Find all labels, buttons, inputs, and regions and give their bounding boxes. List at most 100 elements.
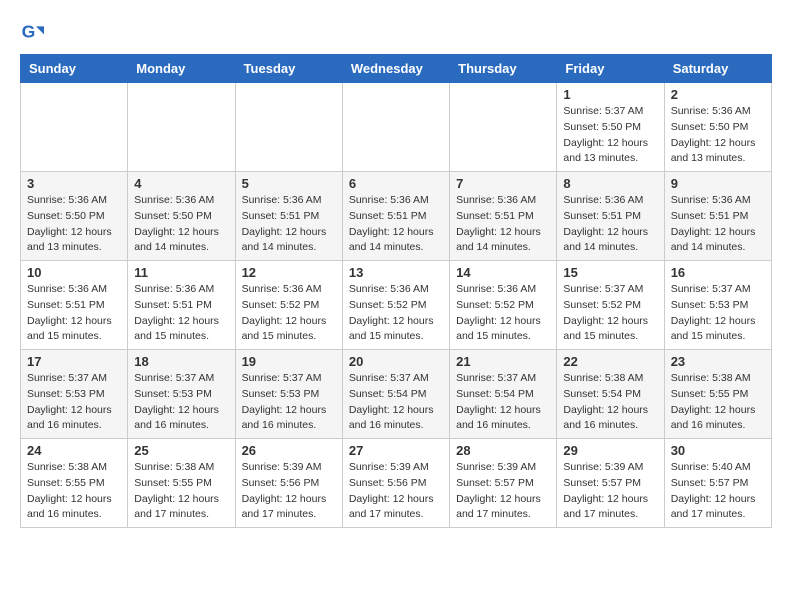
calendar-cell — [128, 83, 235, 172]
day-info: Sunrise: 5:37 AM Sunset: 5:52 PM Dayligh… — [563, 282, 657, 345]
day-info: Sunrise: 5:36 AM Sunset: 5:50 PM Dayligh… — [671, 104, 765, 167]
day-info: Sunrise: 5:36 AM Sunset: 5:51 PM Dayligh… — [456, 193, 550, 256]
calendar-cell: 3Sunrise: 5:36 AM Sunset: 5:50 PM Daylig… — [21, 172, 128, 261]
day-info: Sunrise: 5:38 AM Sunset: 5:55 PM Dayligh… — [671, 371, 765, 434]
calendar-week-row: 17 Sunrise: 5:37 AM Sunset: 5:53 PM Dayli… — [21, 350, 772, 439]
day-number: 18 — [134, 354, 228, 369]
day-number: 13 — [349, 265, 443, 280]
calendar-cell: 19Sunrise: 5:37 AM Sunset: 5:53 PM Dayli… — [235, 350, 342, 439]
calendar-week-row: 24 Sunrise: 5:38 AM Sunset: 5:55 PM Dayli… — [21, 439, 772, 528]
day-info: Sunrise: 5:40 AM Sunset: 5:57 PM Dayligh… — [671, 460, 765, 523]
weekday-header: Tuesday — [235, 55, 342, 83]
weekday-header: Friday — [557, 55, 664, 83]
day-number: 28 — [456, 443, 550, 458]
day-number: 27 — [349, 443, 443, 458]
calendar-cell: 28 Sunrise: 5:39 AM Sunset: 5:57 PM Dayli… — [450, 439, 557, 528]
page-header: G — [20, 20, 772, 44]
day-info: Sunrise: 5:39 AM Sunset: 5:56 PM Dayligh… — [242, 460, 336, 523]
calendar-cell: 23 Sunrise: 5:38 AM Sunset: 5:55 PM Dayli… — [664, 350, 771, 439]
day-number: 29 — [563, 443, 657, 458]
day-number: 9 — [671, 176, 765, 191]
day-info: Sunrise: 5:36 AM Sunset: 5:51 PM Dayligh… — [27, 282, 121, 345]
calendar-cell: 10 Sunrise: 5:36 AM Sunset: 5:51 PM Dayli… — [21, 261, 128, 350]
day-number: 2 — [671, 87, 765, 102]
day-number: 16 — [671, 265, 765, 280]
calendar-cell: 13 Sunrise: 5:36 AM Sunset: 5:52 PM Dayli… — [342, 261, 449, 350]
calendar-table: SundayMondayTuesdayWednesdayThursdayFrid… — [20, 54, 772, 528]
calendar-week-row: 10 Sunrise: 5:36 AM Sunset: 5:51 PM Dayli… — [21, 261, 772, 350]
weekday-header: Sunday — [21, 55, 128, 83]
calendar-cell — [235, 83, 342, 172]
day-number: 5 — [242, 176, 336, 191]
svg-text:G: G — [22, 22, 36, 42]
day-number: 10 — [27, 265, 121, 280]
day-info: Sunrise: 5:37 AM Sunset: 5:54 PM Dayligh… — [456, 371, 550, 434]
logo: G — [20, 20, 48, 44]
day-number: 4 — [134, 176, 228, 191]
logo-icon: G — [20, 20, 44, 44]
day-info: Sunrise: 5:36 AM Sunset: 5:52 PM Dayligh… — [349, 282, 443, 345]
calendar-cell: 12Sunrise: 5:36 AM Sunset: 5:52 PM Dayli… — [235, 261, 342, 350]
day-info: Sunrise: 5:36 AM Sunset: 5:50 PM Dayligh… — [134, 193, 228, 256]
day-number: 12 — [242, 265, 336, 280]
day-number: 20 — [349, 354, 443, 369]
calendar-cell: 21 Sunrise: 5:37 AM Sunset: 5:54 PM Dayli… — [450, 350, 557, 439]
day-number: 23 — [671, 354, 765, 369]
day-info: Sunrise: 5:37 AM Sunset: 5:53 PM Dayligh… — [671, 282, 765, 345]
calendar-cell: 15 Sunrise: 5:37 AM Sunset: 5:52 PM Dayli… — [557, 261, 664, 350]
day-info: Sunrise: 5:38 AM Sunset: 5:55 PM Dayligh… — [134, 460, 228, 523]
calendar-cell: 11 Sunrise: 5:36 AM Sunset: 5:51 PM Dayli… — [128, 261, 235, 350]
day-number: 15 — [563, 265, 657, 280]
day-number: 21 — [456, 354, 550, 369]
day-info: Sunrise: 5:38 AM Sunset: 5:54 PM Dayligh… — [563, 371, 657, 434]
day-number: 26 — [242, 443, 336, 458]
calendar-cell: 9Sunrise: 5:36 AM Sunset: 5:51 PM Daylig… — [664, 172, 771, 261]
calendar-cell: 18 Sunrise: 5:37 AM Sunset: 5:53 PM Dayli… — [128, 350, 235, 439]
day-number: 1 — [563, 87, 657, 102]
day-number: 30 — [671, 443, 765, 458]
calendar-cell: 29 Sunrise: 5:39 AM Sunset: 5:57 PM Dayli… — [557, 439, 664, 528]
calendar-cell: 30 Sunrise: 5:40 AM Sunset: 5:57 PM Dayli… — [664, 439, 771, 528]
day-info: Sunrise: 5:36 AM Sunset: 5:50 PM Dayligh… — [27, 193, 121, 256]
day-number: 25 — [134, 443, 228, 458]
calendar-cell: 20Sunrise: 5:37 AM Sunset: 5:54 PM Dayli… — [342, 350, 449, 439]
day-info: Sunrise: 5:37 AM Sunset: 5:50 PM Dayligh… — [563, 104, 657, 167]
calendar-cell: 14 Sunrise: 5:36 AM Sunset: 5:52 PM Dayli… — [450, 261, 557, 350]
day-info: Sunrise: 5:37 AM Sunset: 5:53 PM Dayligh… — [134, 371, 228, 434]
calendar-header-row: SundayMondayTuesdayWednesdayThursdayFrid… — [21, 55, 772, 83]
day-info: Sunrise: 5:38 AM Sunset: 5:55 PM Dayligh… — [27, 460, 121, 523]
day-info: Sunrise: 5:39 AM Sunset: 5:56 PM Dayligh… — [349, 460, 443, 523]
day-info: Sunrise: 5:36 AM Sunset: 5:51 PM Dayligh… — [242, 193, 336, 256]
day-info: Sunrise: 5:36 AM Sunset: 5:51 PM Dayligh… — [349, 193, 443, 256]
weekday-header: Saturday — [664, 55, 771, 83]
calendar-cell — [450, 83, 557, 172]
calendar-cell: 5 Sunrise: 5:36 AM Sunset: 5:51 PM Daylig… — [235, 172, 342, 261]
calendar-cell: 4 Sunrise: 5:36 AM Sunset: 5:50 PM Daylig… — [128, 172, 235, 261]
calendar-cell: 1 Sunrise: 5:37 AM Sunset: 5:50 PM Daylig… — [557, 83, 664, 172]
calendar-week-row: 1 Sunrise: 5:37 AM Sunset: 5:50 PM Daylig… — [21, 83, 772, 172]
day-info: Sunrise: 5:36 AM Sunset: 5:52 PM Dayligh… — [456, 282, 550, 345]
day-number: 11 — [134, 265, 228, 280]
day-number: 17 — [27, 354, 121, 369]
day-info: Sunrise: 5:39 AM Sunset: 5:57 PM Dayligh… — [456, 460, 550, 523]
day-info: Sunrise: 5:39 AM Sunset: 5:57 PM Dayligh… — [563, 460, 657, 523]
weekday-header: Monday — [128, 55, 235, 83]
calendar-week-row: 3Sunrise: 5:36 AM Sunset: 5:50 PM Daylig… — [21, 172, 772, 261]
calendar-cell: 27 Sunrise: 5:39 AM Sunset: 5:56 PM Dayli… — [342, 439, 449, 528]
calendar-cell: 26 Sunrise: 5:39 AM Sunset: 5:56 PM Dayli… — [235, 439, 342, 528]
day-number: 14 — [456, 265, 550, 280]
calendar-cell: 7Sunrise: 5:36 AM Sunset: 5:51 PM Daylig… — [450, 172, 557, 261]
day-info: Sunrise: 5:36 AM Sunset: 5:51 PM Dayligh… — [563, 193, 657, 256]
day-info: Sunrise: 5:36 AM Sunset: 5:51 PM Dayligh… — [134, 282, 228, 345]
day-number: 8 — [563, 176, 657, 191]
calendar-cell: 24 Sunrise: 5:38 AM Sunset: 5:55 PM Dayli… — [21, 439, 128, 528]
calendar-cell: 8 Sunrise: 5:36 AM Sunset: 5:51 PM Daylig… — [557, 172, 664, 261]
day-number: 6 — [349, 176, 443, 191]
weekday-header: Wednesday — [342, 55, 449, 83]
day-number: 24 — [27, 443, 121, 458]
calendar-cell: 16 Sunrise: 5:37 AM Sunset: 5:53 PM Dayli… — [664, 261, 771, 350]
calendar-cell: 25 Sunrise: 5:38 AM Sunset: 5:55 PM Dayli… — [128, 439, 235, 528]
calendar-cell — [21, 83, 128, 172]
calendar-cell — [342, 83, 449, 172]
day-number: 22 — [563, 354, 657, 369]
